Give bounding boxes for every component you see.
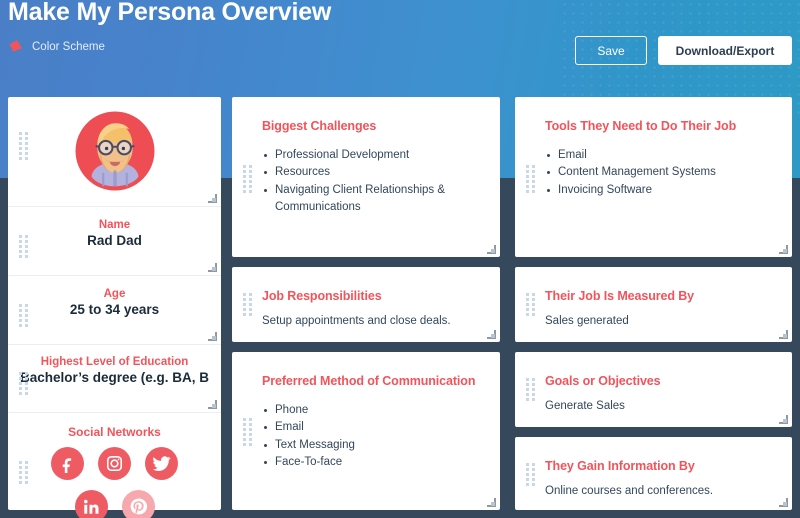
- color-scheme-button[interactable]: Color Scheme: [8, 38, 105, 55]
- instagram-icon[interactable]: [98, 447, 131, 480]
- resize-handle[interactable]: [487, 330, 496, 339]
- download-export-button[interactable]: Download/Export: [658, 36, 792, 65]
- resize-handle[interactable]: [779, 330, 788, 339]
- persona-field-education[interactable]: Highest Level of Education Bachelor’s de…: [8, 356, 221, 413]
- card-they-gain-information-by[interactable]: They Gain Information By Online courses …: [515, 437, 792, 510]
- paint-bucket-icon: [8, 38, 25, 55]
- card-title: Preferred Method of Communication: [262, 374, 476, 388]
- drag-handle[interactable]: [19, 132, 28, 160]
- resize-handle[interactable]: [208, 400, 217, 409]
- color-scheme-label: Color Scheme: [32, 40, 105, 53]
- drag-handle[interactable]: [19, 304, 28, 327]
- card-list: Email Content Management Systems Invoici…: [545, 147, 778, 199]
- list-item: Invoicing Software: [545, 182, 778, 199]
- resize-handle[interactable]: [208, 332, 217, 341]
- field-value: 25 to 34 years: [69, 302, 160, 317]
- drag-handle[interactable]: [526, 165, 535, 193]
- list-item: Resources: [262, 164, 486, 181]
- persona-overview-app: Make My Persona Overview Color Scheme Sa…: [0, 0, 800, 518]
- card-list: Phone Email Text Messaging Face-To-face: [262, 402, 486, 472]
- save-button[interactable]: Save: [575, 36, 647, 65]
- list-item: Navigating Client Relationships & Commun…: [262, 182, 486, 217]
- persona-field-age[interactable]: Age 25 to 34 years: [8, 288, 221, 345]
- card-biggest-challenges[interactable]: Biggest Challenges Professional Developm…: [232, 97, 500, 257]
- list-item: Email: [262, 419, 486, 436]
- card-tools-they-need[interactable]: Tools They Need to Do Their Job Email Co…: [515, 97, 792, 257]
- list-item: Content Management Systems: [545, 164, 778, 181]
- twitter-icon[interactable]: [145, 447, 178, 480]
- avatar: [73, 109, 157, 193]
- list-item: Face-To-face: [262, 454, 486, 471]
- resize-handle[interactable]: [779, 415, 788, 424]
- card-title: Their Job Is Measured By: [545, 289, 695, 303]
- drag-handle[interactable]: [526, 293, 535, 316]
- card-body: Sales generated: [545, 315, 629, 327]
- persona-social-networks-section[interactable]: Social Networks: [8, 413, 221, 518]
- persona-avatar-section[interactable]: [8, 97, 221, 207]
- persona-card: Name Rad Dad Age 25 to 34 years Highest …: [8, 97, 221, 518]
- resize-handle[interactable]: [779, 245, 788, 254]
- card-their-job-is-measured-by[interactable]: Their Job Is Measured By Sales generated: [515, 267, 792, 342]
- drag-handle[interactable]: [526, 463, 535, 486]
- card-goals-or-objectives[interactable]: Goals or Objectives Generate Sales: [515, 352, 792, 427]
- card-title: Tools They Need to Do Their Job: [545, 119, 737, 133]
- card-title: Job Responsibilities: [262, 289, 382, 303]
- card-body: Setup appointments and close deals.: [262, 315, 451, 327]
- field-value: Bachelor’s degree (e.g. BA, B: [19, 370, 210, 385]
- facebook-icon[interactable]: [51, 447, 84, 480]
- drag-handle[interactable]: [19, 235, 28, 258]
- field-label: Age: [103, 288, 126, 300]
- resize-handle[interactable]: [779, 498, 788, 507]
- list-item: Email: [545, 147, 778, 164]
- social-networks-title: Social Networks: [68, 425, 161, 439]
- field-label: Name: [98, 219, 131, 231]
- field-label: Highest Level of Education: [40, 356, 189, 368]
- resize-handle[interactable]: [208, 194, 217, 203]
- card-body: Generate Sales: [545, 400, 625, 412]
- page-title: Make My Persona Overview: [8, 0, 332, 26]
- card-job-responsibilities[interactable]: Job Responsibilities Setup appointments …: [232, 267, 500, 342]
- drag-handle[interactable]: [526, 378, 535, 401]
- drag-handle[interactable]: [243, 293, 252, 316]
- list-item: Phone: [262, 402, 486, 419]
- pinterest-icon[interactable]: [121, 490, 155, 518]
- drag-handle[interactable]: [19, 372, 28, 395]
- persona-field-name[interactable]: Name Rad Dad: [8, 219, 221, 276]
- drag-handle[interactable]: [243, 418, 252, 446]
- field-value: Rad Dad: [87, 233, 142, 248]
- card-list: Professional Development Resources Navig…: [262, 147, 486, 217]
- linkedin-icon[interactable]: [74, 490, 108, 518]
- card-title: They Gain Information By: [545, 459, 695, 473]
- card-body: Online courses and conferences.: [545, 485, 714, 497]
- social-networks-list: [8, 447, 221, 518]
- list-item: Text Messaging: [262, 437, 486, 454]
- card-title: Biggest Challenges: [262, 119, 377, 133]
- card-title: Goals or Objectives: [545, 374, 661, 388]
- list-item: Professional Development: [262, 147, 486, 164]
- resize-handle[interactable]: [208, 263, 217, 272]
- resize-handle[interactable]: [487, 245, 496, 254]
- drag-handle[interactable]: [243, 165, 252, 193]
- resize-handle[interactable]: [487, 498, 496, 507]
- card-preferred-method-of-communication[interactable]: Preferred Method of Communication Phone …: [232, 352, 500, 510]
